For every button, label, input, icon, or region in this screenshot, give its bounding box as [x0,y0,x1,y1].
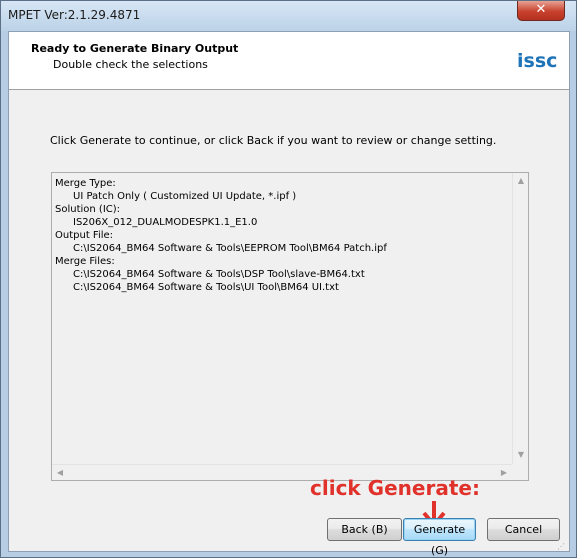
summary-line: UI Patch Only ( Customized UI Update, *.… [73,191,297,202]
cancel-button[interactable]: Cancel [487,518,560,541]
summary-line: Output File: [55,230,114,241]
window-title: MPET Ver:2.1.29.4871 [8,8,141,22]
close-icon: ✕ [535,2,547,17]
scroll-left-arrow-icon[interactable]: ◀ [52,468,68,477]
wizard-client-area: Ready to Generate Binary Output Double c… [8,31,570,557]
title-bar[interactable]: MPET Ver:2.1.29.4871 ✕ [1,1,576,31]
wizard-header: Ready to Generate Binary Output Double c… [9,32,569,90]
generate-button[interactable]: Generate (G) [403,518,476,557]
vertical-scrollbar[interactable]: ▲ ▼ [512,173,528,464]
close-button[interactable]: ✕ [517,1,565,21]
summary-line: Solution (IC): [55,204,121,215]
summary-line: IS206X_012_DUALMODESPK1.1_E1.0 [73,217,258,228]
logo-text: ISSC [517,50,558,72]
scroll-right-arrow-icon[interactable]: ▶ [496,468,512,477]
scroll-up-arrow-icon[interactable]: ▲ [513,176,529,185]
summary-line: Merge Files: [55,256,115,267]
selection-summary-box[interactable]: Merge Type: UI Patch Only ( Customized UI… [51,172,529,481]
page-subtitle: Double check the selections [53,58,208,71]
mpet-wizard-window: MPET Ver:2.1.29.4871 ✕ Ready to Generate… [0,0,577,558]
summary-line: C:\IS2064_BM64 Software & Tools\EEPROM T… [73,243,387,254]
scroll-corner [512,464,528,480]
annotation-label: click Generate: [310,476,480,500]
issc-logo: ISSC [517,50,557,72]
scroll-down-arrow-icon[interactable]: ▼ [513,450,529,459]
summary-line: Merge Type: [55,178,116,189]
summary-line: C:\IS2064_BM64 Software & Tools\UI Tool\… [73,282,339,293]
back-button[interactable]: Back (B) [327,518,402,541]
size-grip-icon[interactable]: ⋰ [557,542,567,552]
summary-line: C:\IS2064_BM64 Software & Tools\DSP Tool… [73,269,365,280]
summary-text[interactable]: Merge Type: UI Patch Only ( Customized UI… [55,177,510,459]
page-title: Ready to Generate Binary Output [31,42,239,55]
instruction-text: Click Generate to continue, or click Bac… [50,134,497,147]
